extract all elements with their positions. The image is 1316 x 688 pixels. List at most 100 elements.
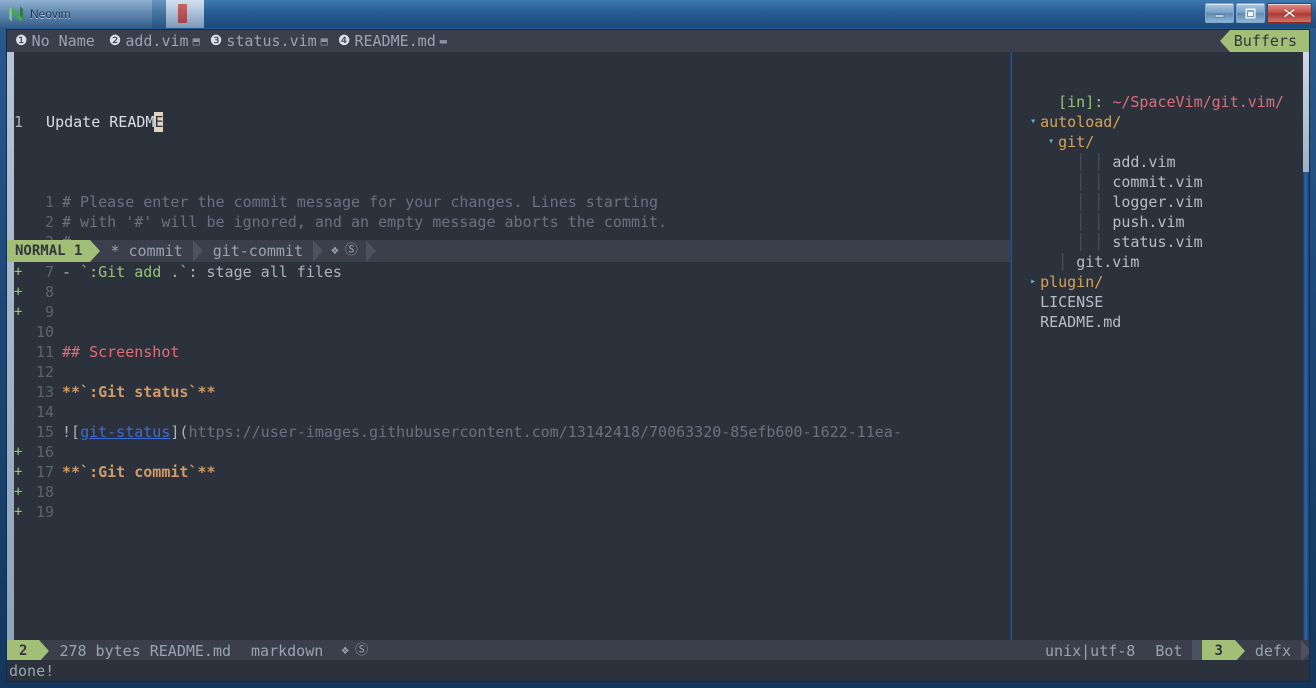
editor-line[interactable]: 11 ## Screenshot [14,342,1017,362]
tabline-item-no-name[interactable]: ❶ No Name [15,31,109,51]
defx-row[interactable]: │ git.vim [1012,252,1309,272]
tree-indent-guide: │ [1058,253,1068,271]
titlebar-glass-mid [152,0,166,28]
chevron-right-icon[interactable]: ▸ [1030,272,1040,292]
neovim-client-area: ❶ No Name ❷ add.vim ⬒ ❸ status.vim ⬒ ❹ R… [6,29,1310,682]
gutter-sign-added: + [14,264,23,280]
line-number: 17 [35,463,54,481]
editor-line[interactable]: 3# [14,232,1017,240]
gutter-sign-added: + [14,284,23,300]
commit-template-lines: 1 # Please enter the commit message for y… [14,192,1017,240]
defx-row[interactable]: README.md [1012,312,1309,332]
editor-line[interactable]: +7- `:Git add .`: stage all files [14,262,1017,282]
minimize-icon [1214,14,1225,17]
chevron-down-icon[interactable]: ▾ [1030,112,1040,132]
tabline-item-status-vim[interactable]: ❸ status.vim ⬒ [210,31,338,51]
defx-row[interactable]: ▾ git/ [1012,132,1309,152]
defx-window-label[interactable]: defx [1245,640,1301,662]
line-number: 1 [44,193,54,211]
tree-marker-blank-icon [1030,292,1040,312]
defx-indent [1012,252,1048,272]
file-info-segment[interactable]: 278 bytes README.md [49,640,241,662]
buffers-indicator[interactable]: Buffers [1219,30,1309,52]
tabline-item-readme-md[interactable]: ❹ README.md ▬ [338,31,457,51]
plugin-status-segment[interactable]: ❖ Ⓢ [323,240,366,262]
editor-line[interactable]: 14 [14,402,1017,422]
commit-buffer-editor[interactable]: 1 Update READM E 1 # Please enter the com… [14,52,1017,240]
defx-row[interactable]: ▾ autoload/ [1012,112,1309,132]
powerline-arrow-right-icon [1234,640,1245,662]
link-text[interactable]: git-status [80,423,170,441]
line-number: 16 [35,443,54,461]
editor-line[interactable]: 15 ![git-status](https://user-images.gith… [14,422,1017,442]
filetype-icon: ⬒ [192,34,200,48]
editor-line-cursor[interactable]: 1 Update READM E [14,112,1017,132]
tabline-item-label: status.vim [226,32,317,50]
editor-scroll-minimap[interactable] [7,52,14,640]
inline-code: `:Git add .` [80,263,189,281]
buffer-number-1-icon: ❶ [15,33,28,49]
minimize-button[interactable] [1205,3,1234,23]
defx-file-label: README.md [1040,313,1122,331]
plugin-status-segment[interactable]: ❖ Ⓢ [333,640,376,662]
defx-root-path: ~/SpaceVim/git.vim/ [1112,93,1284,111]
defx-row[interactable]: ▸ plugin/ [1012,272,1309,292]
defx-root-row: [in]: ~/SpaceVim/git.vim/ [1012,92,1309,112]
buffer-name-segment[interactable]: * commit [100,240,192,262]
defx-scrollbar[interactable] [1303,52,1309,172]
circled-s-icon: Ⓢ [344,243,358,258]
app-title: Neovim [30,7,71,21]
editor-line[interactable]: +18 [14,482,1017,502]
editor-line[interactable]: +19 [14,502,1017,522]
command-line[interactable]: done! [7,660,1309,681]
defx-row[interactable]: │ │ commit.vim [1012,172,1309,192]
close-button[interactable] [1267,3,1312,23]
editor-line[interactable]: +17 **`:Git commit`** [14,462,1017,482]
editor-line[interactable]: 12 [14,362,1017,382]
defx-directory-label: autoload/ [1040,113,1122,131]
filetype-icon: ▬ [439,34,447,48]
editor-line[interactable]: +9 [14,302,1017,322]
defx-row[interactable]: │ │ logger.vim [1012,192,1309,212]
gutter-sign-added: + [14,444,23,460]
defx-root-prefix: [in]: [1058,93,1113,111]
defx-row[interactable]: │ │ push.vim [1012,212,1309,232]
filetype-segment[interactable]: git-commit [203,240,313,262]
defx-file-tree[interactable]: [in]: ~/SpaceVim/git.vim/ ▾ autoload/ ▾ gi… [1012,52,1309,640]
tree-marker-blank-icon [1066,232,1076,252]
tabline-item-label: No Name [31,32,95,50]
defx-indent [1012,112,1030,132]
scroll-position: Bot [1155,642,1183,660]
editor-line[interactable]: 2 # with '#' will be ignored, and an empt… [14,212,1017,232]
readme-buffer-editor[interactable]: +7- `:Git add .`: stage all files +8 +9 10 1… [14,262,1017,640]
tree-indent-guide: │ │ [1076,193,1104,211]
line-text: # with '#' will be ignored, and an empty… [62,213,668,231]
line-number: 14 [35,403,54,421]
defx-scrollbar-track[interactable] [1303,172,1309,640]
maximize-button[interactable] [1236,3,1265,23]
editor-line[interactable]: 10 [14,322,1017,342]
defx-indent [1012,292,1030,312]
defx-file-label: LICENSE [1040,293,1104,311]
line-number: 18 [35,483,54,501]
chevron-down-icon[interactable]: ▾ [1048,132,1058,152]
tabline-item-add-vim[interactable]: ❷ add.vim ⬒ [109,31,210,51]
editor-line[interactable]: 1 # Please enter the commit message for y… [14,192,1017,212]
defx-indent [1012,272,1030,292]
defx-row[interactable]: │ │ add.vim [1012,152,1309,172]
defx-row[interactable]: LICENSE [1012,292,1309,312]
filetype-segment[interactable]: markdown [241,640,333,662]
line-number: 13 [35,383,54,401]
defx-indent [1012,132,1048,152]
editor-line[interactable]: +8 [14,282,1017,302]
titlebar[interactable]: Neovim [0,0,1316,28]
command-line-message: done! [9,661,55,680]
buffer-number-3-icon: ❸ [209,33,223,49]
powerline-arrow-left-icon [1219,30,1230,52]
line-number: 9 [44,303,54,321]
tree-indent-guide: │ │ [1076,173,1104,191]
defx-row[interactable]: │ │ status.vim [1012,232,1309,252]
markdown-bold-code: **`:Git status`** [62,383,216,401]
editor-line[interactable]: 13 **`:Git status`** [14,382,1017,402]
editor-line[interactable]: +16 [14,442,1017,462]
